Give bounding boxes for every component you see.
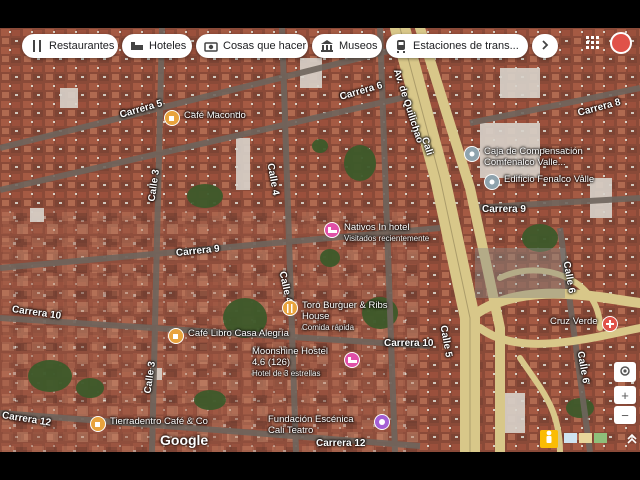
train-icon (394, 39, 408, 53)
poi-subtitle: Comida rápida (302, 323, 355, 332)
chip-cosas-que-hacer[interactable]: Cosas que hacer (196, 34, 308, 58)
camera-icon (204, 39, 218, 53)
poi-name: Moonshine Hostel 4.6 (126) (252, 346, 329, 368)
chip-hoteles[interactable]: Hoteles (122, 34, 192, 58)
building-icon (464, 146, 480, 162)
chip-museos[interactable]: Museos (312, 34, 382, 58)
poi-subtitle: Comfenalco Valle... (484, 157, 566, 168)
pegman-button[interactable] (540, 430, 558, 448)
street-carrera-10-mid: Carrera 10 (384, 338, 434, 349)
poi-name: Tierradentro Café & Co (110, 416, 208, 427)
zoom-in-button[interactable]: + (614, 386, 636, 404)
poi-nativos-in-hotel[interactable]: Nativos In hotel Visitados recientemente (324, 222, 429, 244)
poi-caja-compensacion[interactable]: Caja de Compensación Comfenalco Valle... (464, 146, 583, 168)
bed-icon (324, 222, 340, 238)
chip-label: Museos (339, 40, 378, 52)
layer-thumb-terrain[interactable] (579, 433, 592, 443)
account-avatar[interactable] (610, 32, 632, 54)
coffee-icon (168, 328, 184, 344)
fork-knife-icon (30, 39, 44, 53)
street-carrera-9-right: Carrera 9 (482, 204, 526, 215)
bed-icon (344, 352, 360, 368)
my-location-button[interactable] (614, 362, 636, 382)
poi-name: Café Macondo (184, 110, 246, 121)
poi-name: Cruz Verde (550, 316, 598, 327)
chevron-right-icon (540, 37, 550, 55)
satellite-imagery (0, 28, 640, 452)
poi-fundacion-escenica[interactable]: Fundación Escénica Cali Teatro (264, 414, 390, 436)
satellite-map[interactable]: Carrera 5 Carrera 6 Carrera 8 Carrera 9 … (0, 28, 640, 452)
chip-estaciones-transporte[interactable]: Estaciones de trans... (386, 34, 528, 58)
layer-thumb-satellite[interactable] (594, 433, 607, 443)
coffee-icon (164, 110, 180, 126)
apps-grid-icon[interactable] (586, 36, 600, 50)
poi-cruz-verde[interactable]: Cruz Verde (546, 316, 618, 332)
poi-cafe-macondo[interactable]: Café Macondo (164, 110, 246, 126)
chip-label: Estaciones de trans... (413, 40, 519, 52)
theater-icon (374, 414, 390, 430)
fork-knife-icon (282, 300, 298, 316)
coffee-icon (90, 416, 106, 432)
poi-name: Edificio Fenalco Valle (504, 174, 595, 185)
bed-icon (130, 39, 144, 53)
zoom-out-button[interactable]: − (614, 406, 636, 424)
chip-restaurantes[interactable]: Restaurantes (22, 34, 118, 58)
location-target-icon (619, 365, 631, 380)
poi-subtitle: Visitados recientemente (344, 234, 430, 243)
expand-up-icon[interactable] (626, 432, 638, 446)
poi-moonshine-hostel[interactable]: Moonshine Hostel 4.6 (126) Hotel de 3 est… (248, 346, 360, 379)
street-carrera-12-mid: Carrera 12 (316, 438, 366, 449)
imagery-thumbnails[interactable] (564, 433, 607, 443)
chip-label: Restaurantes (49, 40, 115, 52)
poi-edificio-fenalco[interactable]: Edificio Fenalco Valle (484, 174, 594, 190)
chip-label: Hoteles (149, 40, 187, 52)
google-logo: Google (160, 432, 209, 448)
poi-name: Nativos In hotel (344, 222, 410, 233)
zoom-out-label: − (621, 407, 629, 423)
poi-cafe-libro-casa-alegria[interactable]: Café Libro Casa Alegría (168, 328, 289, 344)
poi-name: Fundación Escénica Cali Teatro (268, 414, 354, 436)
poi-subtitle: Hotel de 3 estrellas (252, 369, 321, 378)
layer-thumb-default[interactable] (564, 433, 577, 443)
poi-name: Café Libro Casa Alegría (188, 328, 289, 339)
zoom-in-label: + (621, 387, 629, 403)
poi-name: Caja de Compensación (484, 146, 583, 157)
poi-name: Toro Burguer & Ribs House (302, 300, 388, 322)
pegman-icon (544, 430, 554, 449)
chip-label: Cosas que hacer (223, 40, 307, 52)
pharmacy-icon (601, 316, 618, 332)
more-chips-button[interactable] (532, 34, 558, 58)
poi-tierradentro-cafe[interactable]: Tierradentro Café & Co (90, 416, 208, 432)
poi-toro-burguer[interactable]: Toro Burguer & Ribs House Comida rápida (282, 300, 392, 333)
museum-icon (320, 39, 334, 53)
building-icon (484, 174, 500, 190)
